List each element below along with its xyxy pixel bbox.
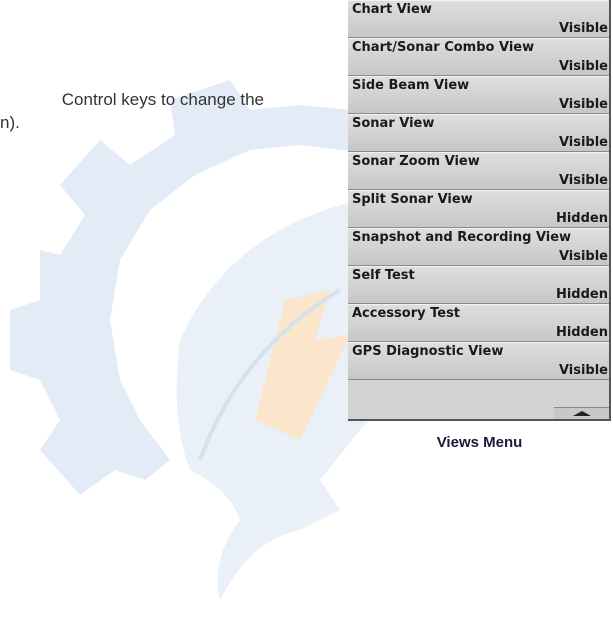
figure-caption: Views Menu (436, 434, 523, 451)
scroll-up-arrow-icon (573, 411, 591, 416)
menu-item-label: Self Test (352, 268, 415, 283)
menu-item-label: Sonar View (352, 116, 435, 131)
menu-item-state[interactable]: Visible (559, 97, 608, 112)
menu-item-split-sonar-view[interactable]: Split Sonar View Hidden (348, 190, 609, 228)
menu-item-state[interactable]: Hidden (556, 287, 608, 302)
menu-item-label: Sonar Zoom View (352, 154, 480, 169)
menu-item-sonar-view[interactable]: Sonar View Visible (348, 114, 609, 152)
menu-item-chart-sonar-combo-view[interactable]: Chart/Sonar Combo View Visible (348, 38, 609, 76)
menu-item-label: Split Sonar View (352, 192, 473, 207)
menu-item-label: GPS Diagnostic View (352, 344, 504, 359)
menu-item-accessory-test[interactable]: Accessory Test Hidden (348, 304, 609, 342)
views-menu: Chart View Visible Chart/Sonar Combo Vie… (348, 0, 611, 421)
menu-item-side-beam-view[interactable]: Side Beam View Visible (348, 76, 609, 114)
body-text: Control keys to change the n). (0, 88, 300, 134)
menu-item-label: Chart/Sonar Combo View (352, 40, 535, 55)
body-text-line-2: n). (0, 113, 20, 132)
menu-item-state[interactable]: Visible (559, 363, 608, 378)
menu-item-state[interactable]: Visible (559, 135, 608, 150)
menu-item-chart-view[interactable]: Chart View Visible (348, 0, 609, 38)
menu-item-self-test[interactable]: Self Test Hidden (348, 266, 609, 304)
menu-item-state[interactable]: Visible (559, 59, 608, 74)
menu-item-state[interactable]: Visible (559, 21, 608, 36)
menu-item-gps-diagnostic-view[interactable]: GPS Diagnostic View Visible (348, 342, 609, 380)
menu-item-state[interactable]: Visible (559, 173, 608, 188)
menu-item-state[interactable]: Hidden (556, 325, 608, 340)
menu-item-label: Side Beam View (352, 78, 470, 93)
body-text-line-1: Control keys to change the (61, 90, 264, 109)
menu-item-label: Snapshot and Recording View (352, 230, 572, 245)
menu-item-state[interactable]: Hidden (556, 211, 608, 226)
menu-item-snapshot-recording-view[interactable]: Snapshot and Recording View Visible (348, 228, 609, 266)
scroll-up-button[interactable] (554, 407, 609, 419)
menu-item-label: Chart View (352, 2, 432, 17)
menu-item-sonar-zoom-view[interactable]: Sonar Zoom View Visible (348, 152, 609, 190)
menu-item-label: Accessory Test (352, 306, 461, 321)
menu-item-state[interactable]: Visible (559, 249, 608, 264)
